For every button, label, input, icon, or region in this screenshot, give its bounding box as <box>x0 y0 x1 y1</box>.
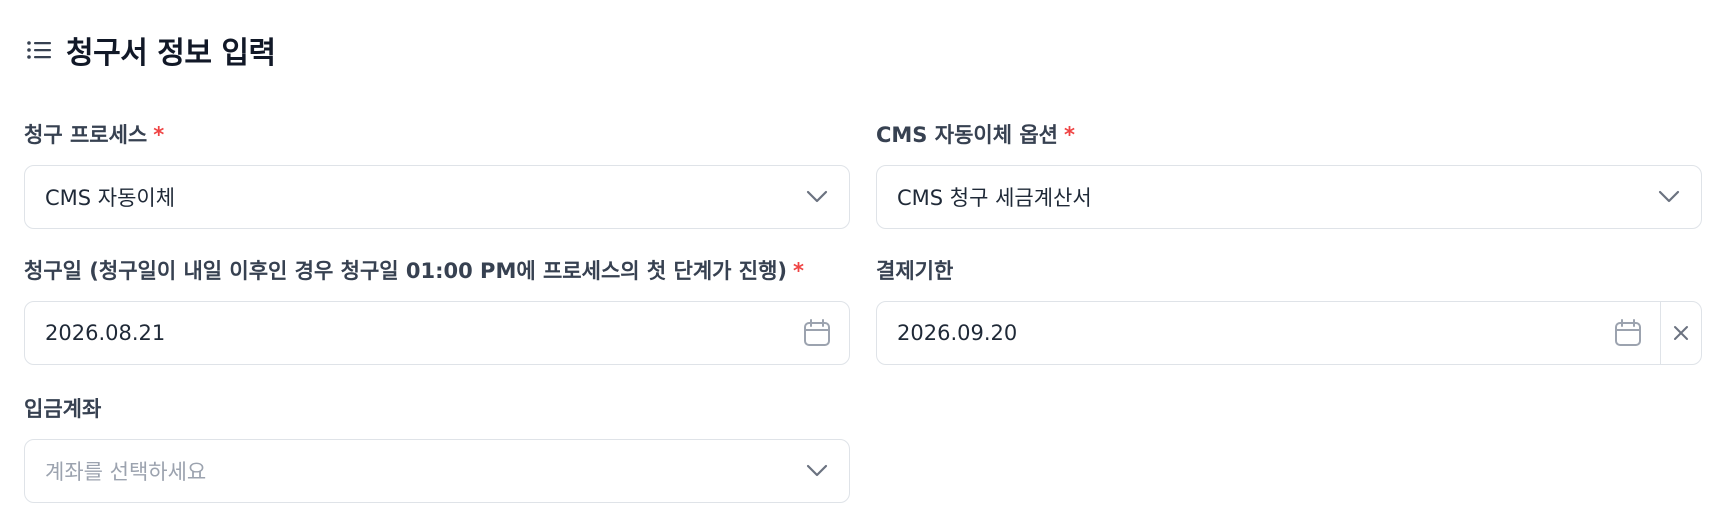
payment-due-label-text: 결제기한 <box>876 259 954 283</box>
billing-date-input[interactable]: 2026.08.21 <box>24 301 850 365</box>
deposit-account-label: 입금계좌 <box>24 394 101 424</box>
cms-option-label-text: CMS 자동이체 옵션 <box>876 123 1058 147</box>
billing-process-label: 청구 프로세스 * <box>24 120 164 150</box>
cms-option-select[interactable]: CMS 청구 세금계산서 <box>876 165 1702 229</box>
section-header: 청구서 정보 입력 <box>26 28 276 72</box>
payment-due-label: 결제기한 <box>876 256 953 286</box>
close-icon[interactable] <box>1660 302 1701 364</box>
billing-date-label: 청구일 (청구일이 내일 이후인 경우 청구일 01:00 PM에 프로세스의 … <box>24 256 804 286</box>
chevron-down-icon[interactable] <box>785 166 849 228</box>
cms-option-label: CMS 자동이체 옵션 * <box>876 120 1075 150</box>
required-mark: * <box>153 123 165 147</box>
cms-option-value: CMS 청구 세금계산서 <box>897 186 1092 210</box>
calendar-icon[interactable] <box>1596 302 1660 364</box>
required-mark: * <box>793 259 805 283</box>
calendar-icon[interactable] <box>785 302 849 364</box>
billing-date-value: 2026.08.21 <box>45 321 166 345</box>
list-icon <box>26 39 52 61</box>
required-mark: * <box>1063 123 1075 147</box>
billing-date-label-text: 청구일 (청구일이 내일 이후인 경우 청구일 01:00 PM에 프로세스의 … <box>24 259 788 283</box>
deposit-account-placeholder: 계좌를 선택하세요 <box>45 460 207 484</box>
page-title: 청구서 정보 입력 <box>66 36 276 71</box>
chevron-down-icon[interactable] <box>1637 166 1701 228</box>
payment-due-value: 2026.09.20 <box>897 321 1018 345</box>
billing-process-label-text: 청구 프로세스 <box>24 123 148 147</box>
payment-due-input[interactable]: 2026.09.20 <box>876 301 1702 365</box>
deposit-account-label-text: 입금계좌 <box>24 397 102 421</box>
billing-process-value: CMS 자동이체 <box>45 186 176 210</box>
chevron-down-icon[interactable] <box>785 440 849 502</box>
deposit-account-select[interactable]: 계좌를 선택하세요 <box>24 439 850 503</box>
billing-process-select[interactable]: CMS 자동이체 <box>24 165 850 229</box>
